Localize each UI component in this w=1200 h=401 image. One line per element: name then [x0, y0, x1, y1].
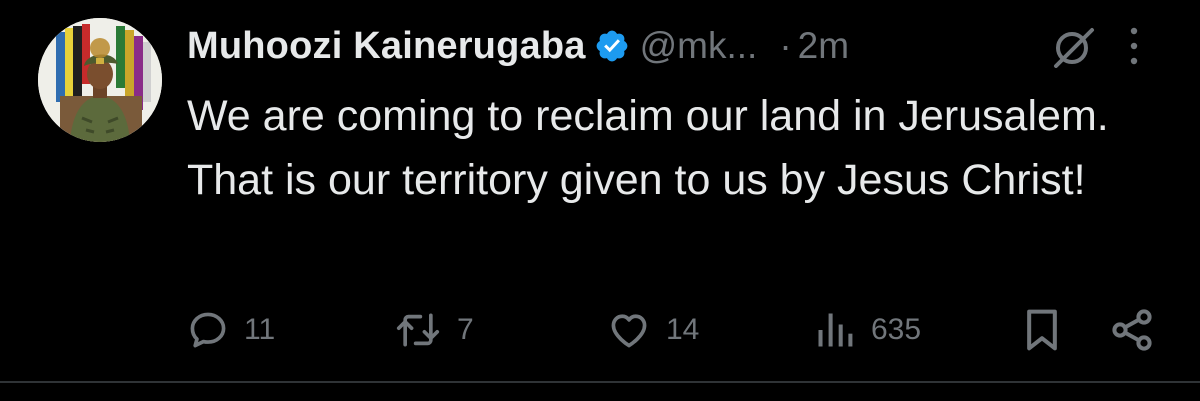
reply-button[interactable]: 11 [186, 300, 275, 360]
more-options-icon[interactable] [1125, 22, 1143, 70]
avatar-photo [38, 18, 162, 142]
separator-dot: · [779, 25, 792, 66]
tweet[interactable]: Muhoozi Kainerugaba @mk... · 2m We are c… [0, 0, 1200, 401]
author-name[interactable]: Muhoozi Kainerugaba [187, 25, 586, 68]
timestamp[interactable]: 2m [798, 25, 849, 67]
tweet-text: We are coming to reclaim our land in Jer… [187, 92, 1109, 204]
share-icon [1112, 309, 1152, 351]
reply-icon [190, 312, 226, 348]
avatar[interactable] [38, 18, 162, 142]
views-icon [818, 313, 853, 347]
views-count: 635 [871, 313, 922, 346]
bookmark-button[interactable] [1020, 300, 1064, 360]
tweet-header: Muhoozi Kainerugaba @mk... · 2m [187, 20, 849, 72]
tweet-divider [0, 381, 1200, 383]
heart-icon [611, 314, 647, 348]
repost-icon [396, 313, 440, 347]
grok-icon[interactable] [1050, 26, 1096, 68]
verified-badge-icon [594, 28, 630, 64]
reply-count: 11 [244, 313, 276, 346]
author-handle[interactable]: @mk... [640, 25, 758, 67]
like-button[interactable]: 14 [606, 300, 699, 360]
tweet-actions: 11 7 14 635 [0, 300, 1200, 360]
bookmark-icon [1027, 309, 1057, 351]
views-button[interactable]: 635 [813, 300, 921, 360]
like-count: 14 [666, 313, 700, 346]
repost-count: 7 [457, 313, 474, 346]
repost-button[interactable]: 7 [393, 300, 474, 360]
share-button[interactable] [1108, 300, 1156, 360]
